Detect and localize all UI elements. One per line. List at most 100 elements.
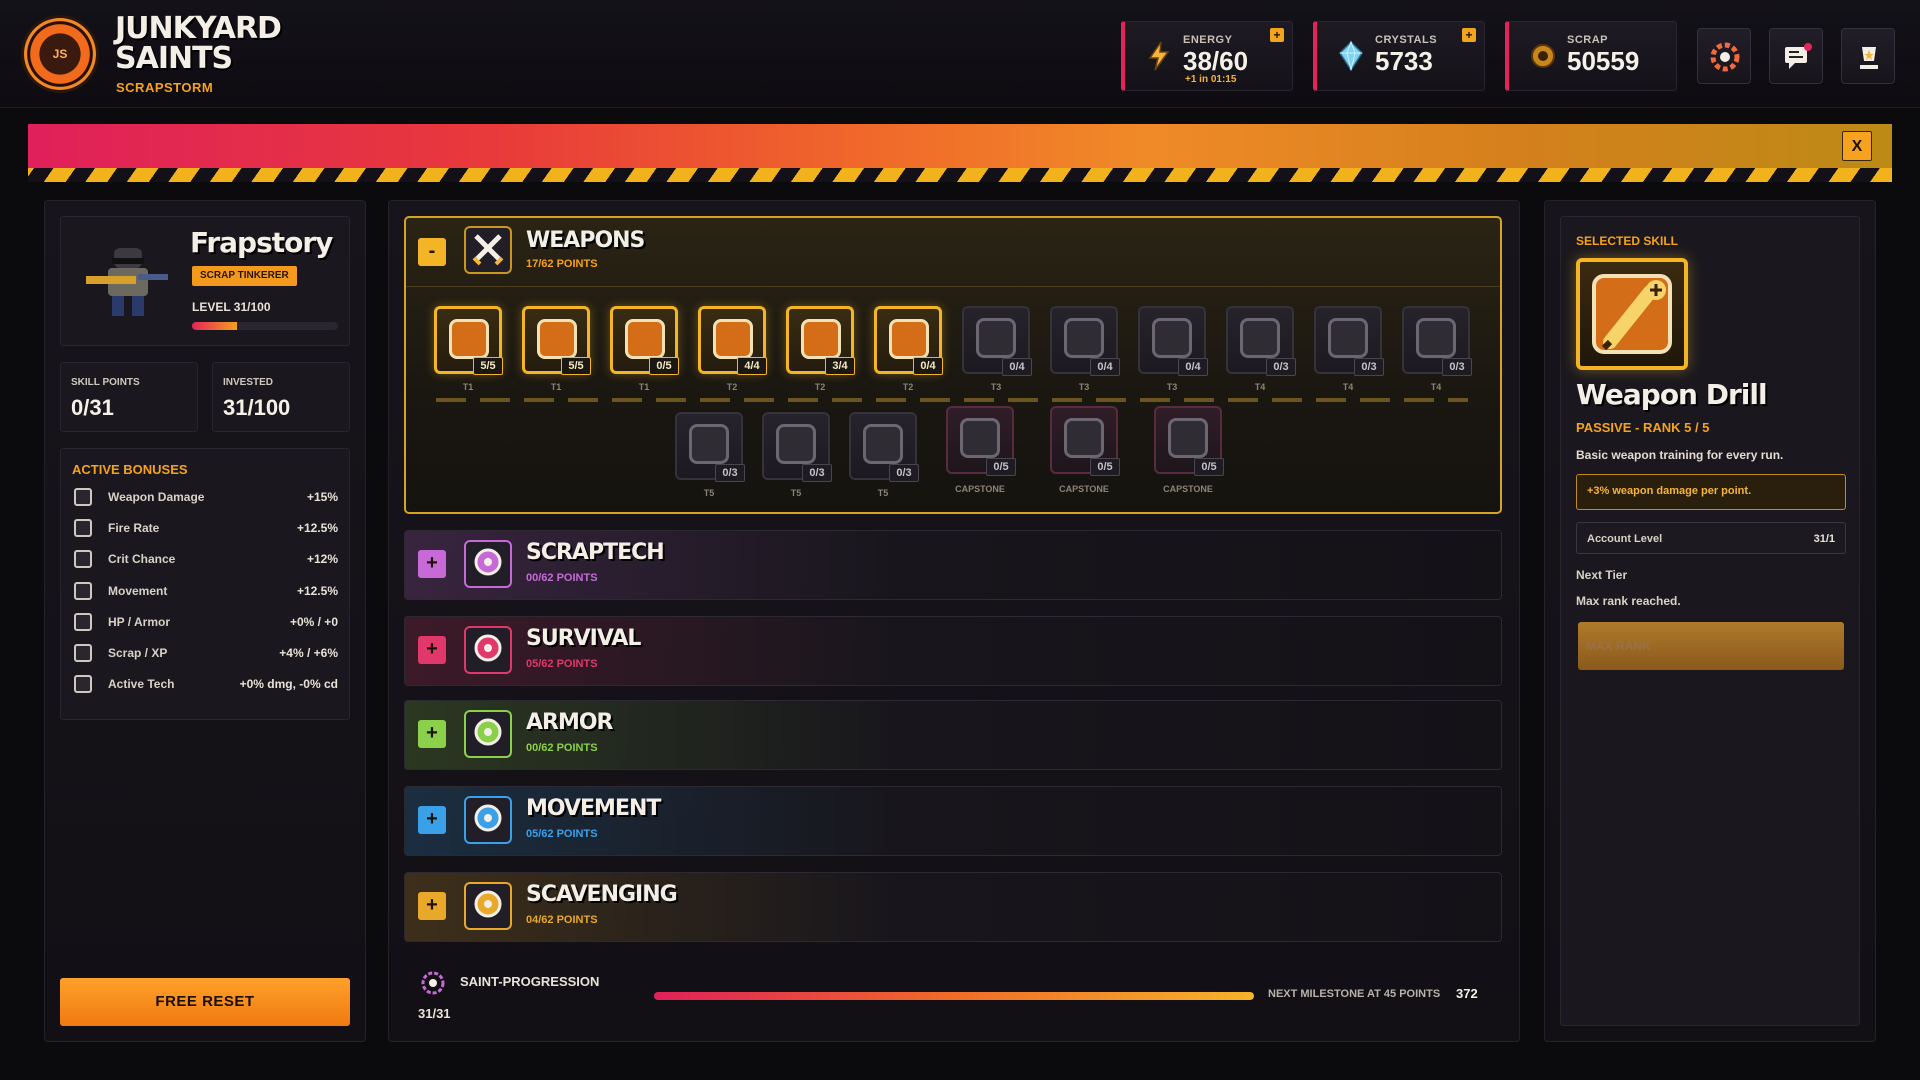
skill-node[interactable]: 0/4 bbox=[1050, 306, 1120, 376]
category-points: 05/62 POINTS bbox=[526, 828, 598, 840]
skill-icon bbox=[713, 319, 753, 359]
tier-label: CAPSTONE bbox=[1059, 484, 1109, 494]
game-subtitle: SCRAPSTORM bbox=[116, 80, 214, 95]
skill-node[interactable]: 0/4 bbox=[874, 306, 943, 375]
tier-label: T3 bbox=[1078, 382, 1090, 392]
skill-node[interactable]: 0/5 bbox=[1154, 406, 1224, 476]
bonus-value: +12.5% bbox=[296, 583, 338, 598]
tier-label: T1 bbox=[638, 382, 650, 392]
skill-icon bbox=[801, 319, 841, 359]
skill-node[interactable]: 0/3 bbox=[1314, 306, 1384, 376]
category-expand-button[interactable]: + bbox=[418, 550, 446, 578]
skill-icon bbox=[689, 424, 729, 464]
category-icon bbox=[464, 796, 512, 844]
skill-rank-count: 0/5 bbox=[649, 357, 679, 375]
header-banner bbox=[28, 124, 1892, 168]
skill-node[interactable]: 0/5 bbox=[946, 406, 1016, 476]
skill-icon bbox=[1416, 318, 1456, 358]
skill-rank-count: 0/3 bbox=[1442, 358, 1472, 376]
category-points: 00/62 POINTS bbox=[526, 572, 598, 584]
skill-node[interactable]: 0/4 bbox=[962, 306, 1032, 376]
category-expand-button[interactable]: + bbox=[418, 806, 446, 834]
crystals-counter[interactable]: CRYSTALS 5733 + bbox=[1313, 21, 1485, 91]
skill-node[interactable]: 0/3 bbox=[1226, 306, 1296, 376]
trophy-icon bbox=[1860, 47, 1878, 69]
invested-box: INVESTED 31/100 bbox=[212, 362, 350, 432]
bonus-icon bbox=[74, 488, 92, 506]
selected-skill-description: Basic weapon training for every run. bbox=[1576, 448, 1784, 462]
skill-node[interactable]: 0/3 bbox=[849, 412, 919, 482]
tier-label: T3 bbox=[1166, 382, 1178, 392]
energy-timer: +1 in 01:15 bbox=[1185, 74, 1237, 85]
category-emblem-icon bbox=[474, 804, 502, 832]
skill-rank-count: 0/5 bbox=[986, 458, 1016, 476]
settings-button[interactable] bbox=[1697, 28, 1751, 84]
crystal-icon bbox=[1339, 40, 1363, 72]
category-expand-button[interactable]: + bbox=[418, 720, 446, 748]
selected-skill-rank: PASSIVE - RANK 5 / 5 bbox=[1576, 420, 1710, 435]
bonus-row: Fire Rate +12.5% bbox=[74, 517, 338, 539]
energy-label: ENERGY bbox=[1183, 34, 1233, 46]
bonus-icon bbox=[74, 581, 92, 600]
skill-node[interactable]: 0/5 bbox=[610, 306, 679, 375]
skill-points-value: 0/31 bbox=[71, 395, 114, 420]
bonus-name: Scrap / XP bbox=[108, 646, 168, 660]
crystals-value: 5733 bbox=[1375, 46, 1433, 76]
account-level-value: 31/1 bbox=[1813, 533, 1835, 545]
skill-rank-count: 0/4 bbox=[1090, 358, 1120, 376]
skill-node[interactable]: 5/5 bbox=[434, 306, 503, 375]
category-icon bbox=[464, 540, 512, 588]
messages-button[interactable] bbox=[1769, 28, 1823, 84]
tier-label: T4 bbox=[1254, 382, 1266, 392]
tier-label: T2 bbox=[814, 382, 826, 392]
skill-node[interactable]: 5/5 bbox=[522, 306, 591, 375]
skill-node[interactable]: 0/4 bbox=[1138, 306, 1208, 376]
skill-node[interactable]: 0/3 bbox=[1402, 306, 1472, 376]
skill-icon bbox=[1064, 418, 1104, 458]
chat-icon bbox=[1785, 43, 1812, 69]
energy-counter[interactable]: ENERGY 38/60 +1 in 01:15 + bbox=[1121, 21, 1293, 91]
weapons-divider bbox=[406, 286, 1500, 287]
wrench-pencil-icon bbox=[1592, 274, 1672, 354]
category-expand-button[interactable]: + bbox=[418, 636, 446, 664]
player-class-badge: SCRAP TINKERER bbox=[192, 266, 297, 286]
weapons-title: WEAPONS bbox=[526, 228, 645, 253]
skill-icon bbox=[449, 319, 489, 359]
category-emblem-icon bbox=[474, 890, 502, 918]
tier-connector-line bbox=[436, 398, 1468, 402]
skill-node[interactable]: 0/3 bbox=[762, 412, 832, 482]
next-tier-label: Next Tier bbox=[1576, 568, 1628, 582]
gear-icon bbox=[1710, 42, 1740, 72]
skill-icon bbox=[1152, 318, 1192, 358]
category-expand-button[interactable]: + bbox=[418, 892, 446, 920]
achievements-button[interactable] bbox=[1841, 28, 1895, 84]
category-points: 05/62 POINTS bbox=[526, 658, 598, 670]
scrap-label: SCRAP bbox=[1567, 34, 1609, 46]
tier-label: T1 bbox=[462, 382, 474, 392]
max-rank-button[interactable]: MAX RANK bbox=[1578, 622, 1844, 670]
progression-bar bbox=[654, 992, 1254, 1000]
skill-node[interactable]: 0/3 bbox=[675, 412, 745, 482]
skill-node[interactable]: 4/4 bbox=[698, 306, 767, 375]
weapons-collapse-button[interactable]: - bbox=[418, 238, 446, 266]
invested-value: 31/100 bbox=[223, 395, 291, 420]
skill-icon bbox=[889, 319, 929, 359]
close-button[interactable]: X bbox=[1842, 131, 1872, 161]
tier-label: T2 bbox=[902, 382, 914, 392]
bonus-name: Crit Chance bbox=[108, 552, 176, 567]
add-energy-button[interactable]: + bbox=[1270, 28, 1284, 42]
skill-node[interactable]: 0/5 bbox=[1050, 406, 1120, 476]
logo-emblem: JS bbox=[24, 18, 96, 90]
category-points: 00/62 POINTS bbox=[526, 742, 598, 754]
add-crystals-button[interactable]: + bbox=[1462, 28, 1476, 42]
selected-skill-header: SELECTED SKILL bbox=[1576, 234, 1679, 248]
skill-node[interactable]: 3/4 bbox=[786, 306, 855, 375]
hazard-stripe bbox=[28, 168, 1892, 182]
skill-rank-count: 0/5 bbox=[1194, 458, 1224, 476]
skill-rank-count: 4/4 bbox=[737, 357, 767, 375]
tier-label: CAPSTONE bbox=[1163, 484, 1213, 494]
game-title: JUNKYARD SAINTS bbox=[115, 11, 282, 76]
free-reset-button[interactable]: FREE RESET bbox=[60, 978, 350, 1026]
skill-rank-count: 0/3 bbox=[1266, 358, 1296, 376]
skill-rank-count: 3/4 bbox=[825, 357, 855, 375]
